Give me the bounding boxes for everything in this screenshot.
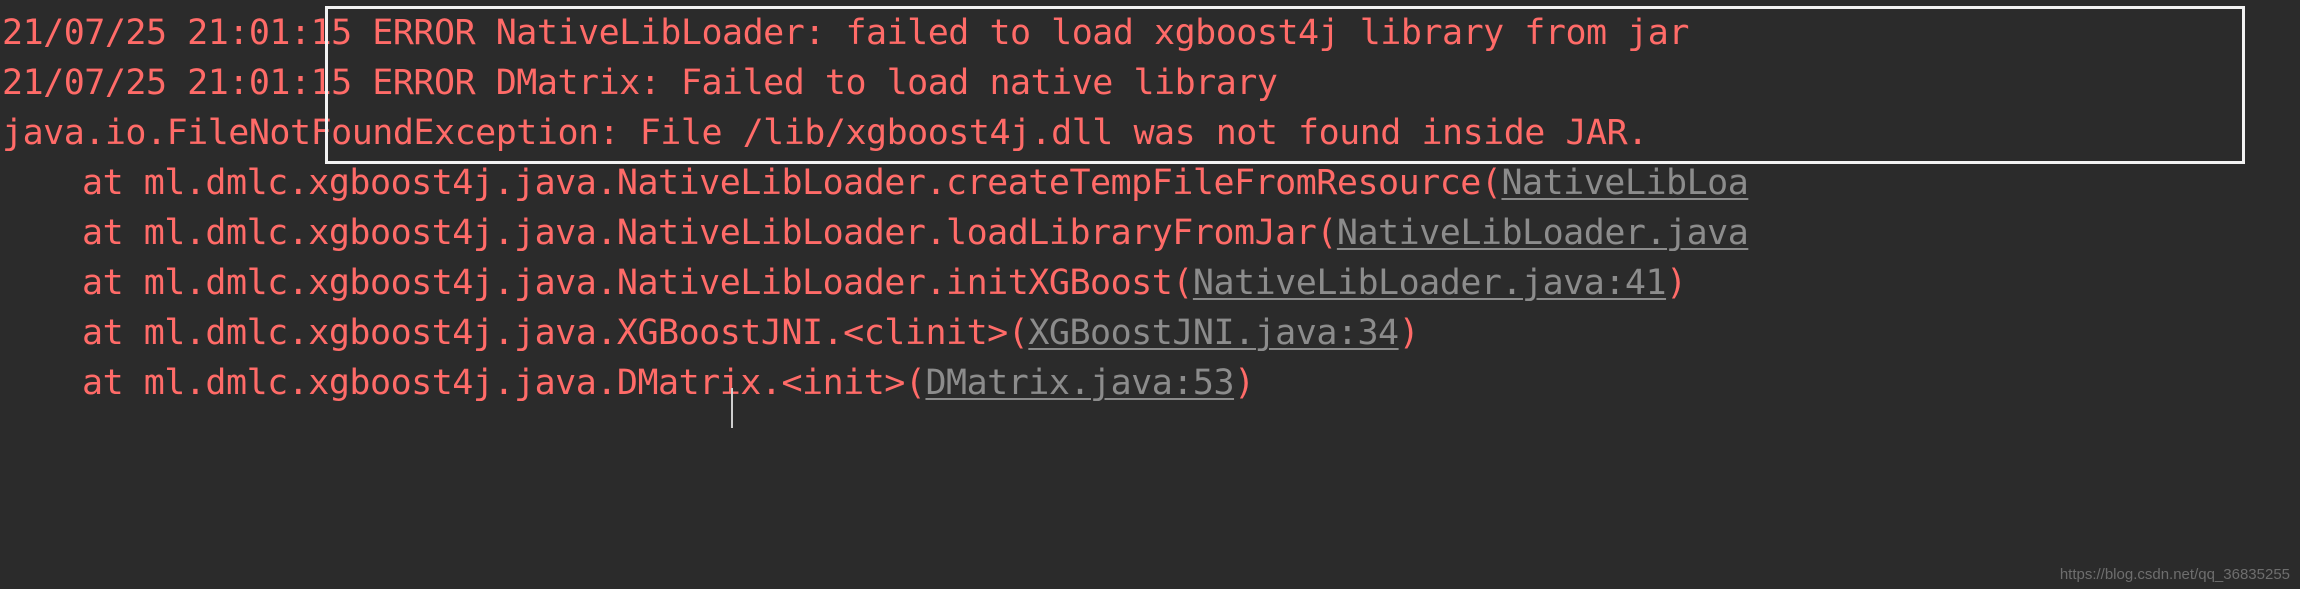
log-text: 21/07/25 21:01:15 ERROR NativeLibLoader:… [2,13,1689,53]
log-line: at ml.dmlc.xgboost4j.java.NativeLibLoade… [0,158,2300,208]
log-line: 21/07/25 21:01:15 ERROR NativeLibLoader:… [0,8,2300,58]
stacktrace-source-link[interactable]: NativeLibLoader.java:41 [1193,263,1667,303]
log-line: at ml.dmlc.xgboost4j.java.DMatrix.<init>… [0,358,2300,408]
log-line: at ml.dmlc.xgboost4j.java.NativeLibLoade… [0,208,2300,258]
log-line: java.io.FileNotFoundException: File /lib… [0,108,2300,158]
log-text: ) [1234,363,1255,403]
log-text: at ml.dmlc.xgboost4j.java.XGBoostJNI.<cl… [82,313,1029,353]
log-line: at ml.dmlc.xgboost4j.java.XGBoostJNI.<cl… [0,308,2300,358]
watermark-url: https://blog.csdn.net/qq_36835255 [2059,566,2290,583]
log-line: 21/07/25 21:01:15 ERROR DMatrix: Failed … [0,58,2300,108]
log-line: at ml.dmlc.xgboost4j.java.NativeLibLoade… [0,258,2300,308]
console-log-panel[interactable]: 21/07/25 21:01:15 ERROR NativeLibLoader:… [0,0,2300,589]
log-line-list: 21/07/25 21:01:15 ERROR NativeLibLoader:… [0,0,2300,408]
text-cursor-caret [731,388,733,428]
stacktrace-source-link[interactable]: NativeLibLoader.java [1337,213,1749,253]
log-text: at ml.dmlc.xgboost4j.java.NativeLibLoade… [82,163,1502,203]
log-text: 21/07/25 21:01:15 ERROR DMatrix: Failed … [2,63,1278,103]
stacktrace-source-link[interactable]: XGBoostJNI.java:34 [1028,313,1399,353]
log-text: java.io.FileNotFoundException: File /lib… [2,113,1648,153]
stacktrace-source-link[interactable]: DMatrix.java:53 [925,363,1234,403]
log-text: at ml.dmlc.xgboost4j.java.DMatrix.<init>… [82,363,926,403]
log-text: ) [1398,313,1420,353]
stacktrace-source-link[interactable]: NativeLibLoa [1501,163,1748,203]
log-text: at ml.dmlc.xgboost4j.java.NativeLibLoade… [82,213,1337,253]
log-text: at ml.dmlc.xgboost4j.java.NativeLibLoade… [82,263,1193,303]
log-text: ) [1666,263,1687,303]
